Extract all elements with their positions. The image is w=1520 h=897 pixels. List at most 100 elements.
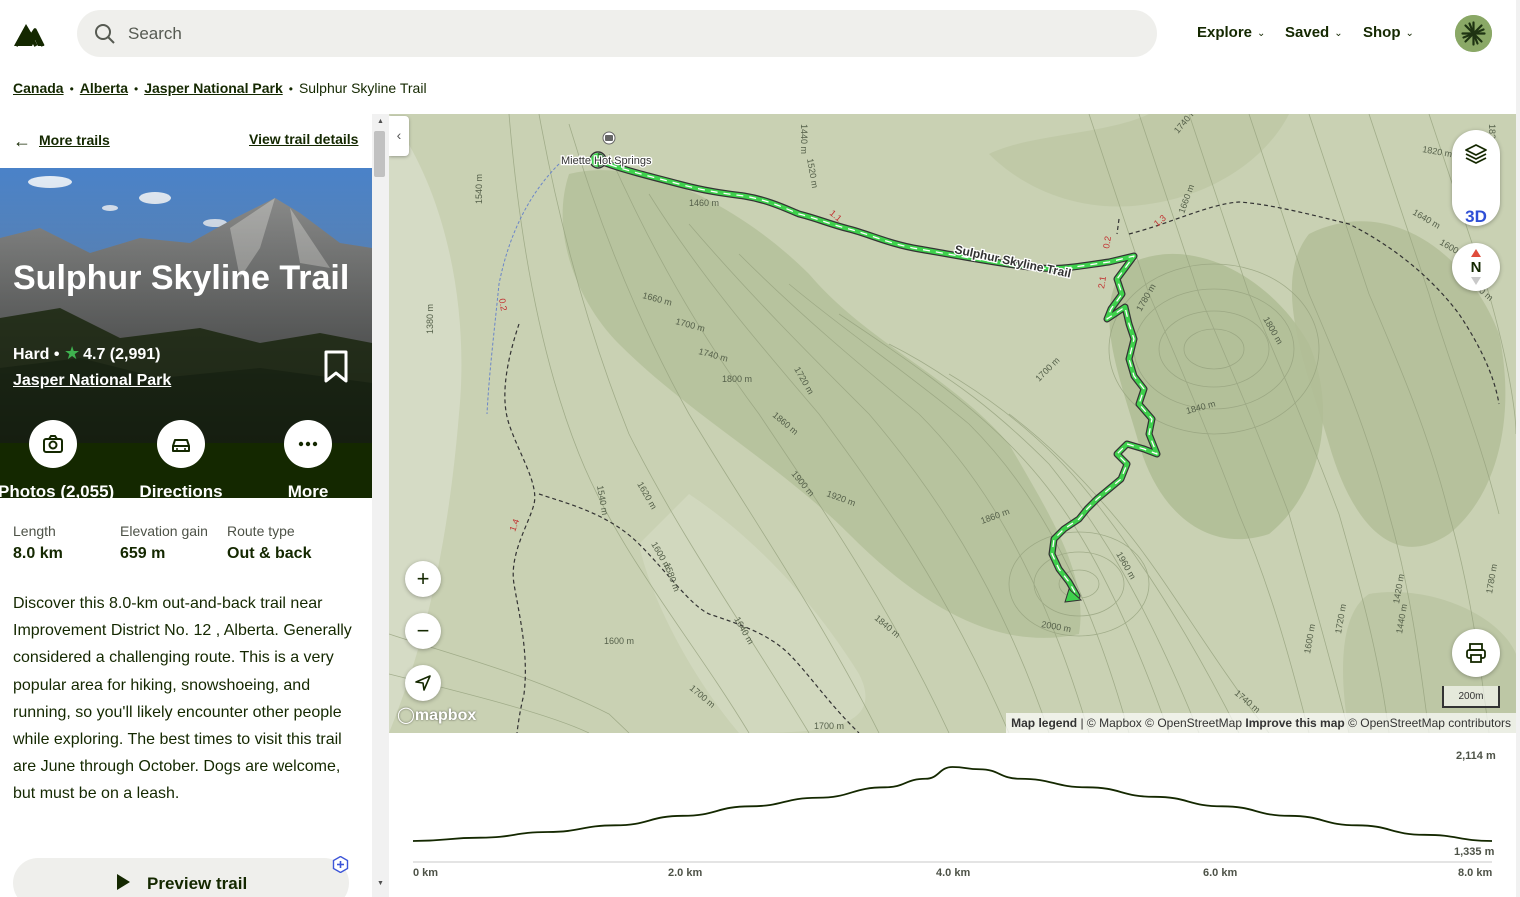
compass-button[interactable]: N	[1452, 243, 1500, 291]
x-tick-label: 8.0 km	[1458, 867, 1493, 879]
trail-meta: Hard • ★ 4.7 (2,991)	[13, 343, 161, 364]
elevation-line	[412, 766, 1493, 842]
zoom-out-button[interactable]: −	[405, 613, 441, 649]
layers-icon[interactable]	[1464, 142, 1488, 166]
more-label: More	[287, 482, 329, 498]
review-count[interactable]: (2,991)	[110, 346, 161, 363]
chevron-down-icon: ⌄	[1405, 28, 1414, 39]
bookmark-icon[interactable]	[322, 350, 350, 384]
compass-label: N	[1471, 259, 1482, 276]
contour-label: 1540 m	[474, 174, 484, 204]
breadcrumb-current: Sulphur Skyline Trail	[298, 80, 427, 96]
x-tick-label: 0 km	[413, 867, 439, 879]
search-icon	[95, 24, 115, 44]
contour-label: 1380 m	[425, 304, 435, 334]
poi-label: Miette Hot Springs	[561, 155, 652, 167]
search-input[interactable]: Search	[128, 24, 182, 44]
mapbox-logo[interactable]: ◯mapbox	[397, 705, 476, 725]
directions-label: Directions	[139, 482, 223, 498]
breadcrumb-separator: •	[134, 82, 139, 96]
rating-value: 4.7	[83, 346, 106, 363]
locate-me-button[interactable]	[405, 665, 441, 701]
car-icon	[172, 439, 190, 452]
preview-trail-button[interactable]: Preview trail	[13, 858, 349, 897]
attribution-osm[interactable]: © OpenStreetMap contributors	[1348, 716, 1511, 730]
elevation-profile[interactable]: 2,114 m 1,335 m 0 km 2.0 km 4.0 km 6.0 k…	[389, 733, 1516, 897]
breadcrumb: Canada • Alberta • Jasper National Park • Sulp…	[13, 80, 427, 96]
elevation-min-label: 1,335 m	[1454, 846, 1495, 858]
scrollbar-thumb[interactable]	[374, 131, 385, 177]
breadcrumb-alberta[interactable]: Alberta	[80, 80, 128, 96]
breadcrumb-park[interactable]: Jasper National Park	[144, 80, 283, 96]
alltrails-logo-icon[interactable]	[12, 20, 46, 48]
trail-hero: Sulphur Skyline Trail Hard • ★ 4.7 (2,991…	[0, 168, 372, 498]
elevation-max-label: 2,114 m	[1456, 750, 1496, 762]
breadcrumb-separator: •	[288, 82, 293, 96]
trail-description: Discover this 8.0-km out-and-back trail …	[13, 595, 352, 803]
3d-toggle-button[interactable]: 3D	[1452, 207, 1500, 227]
map-attribution: Map legend | © Mapbox © OpenStreetMap Im…	[1006, 713, 1516, 733]
map-legend-link[interactable]: Map legend	[1011, 716, 1077, 730]
x-tick-label: 6.0 km	[1203, 867, 1238, 879]
x-tick-label: 4.0 km	[936, 867, 971, 879]
nav-saved[interactable]: Saved ⌄	[1285, 24, 1343, 41]
contour-label: 1700 m	[814, 721, 844, 731]
improve-map-link[interactable]: Improve this map	[1245, 716, 1344, 730]
avatar[interactable]	[1455, 15, 1492, 52]
stat-elevation-gain: Elevation gain 659 m	[120, 523, 208, 562]
avatar-image	[1455, 15, 1492, 52]
scroll-up-arrow[interactable]: ▲	[377, 118, 384, 125]
play-icon	[117, 874, 130, 890]
contour-label: 1460 m	[689, 198, 719, 208]
photos-label: Photos (2,055)	[0, 482, 115, 498]
chevron-down-icon: ⌄	[1257, 28, 1266, 39]
star-icon: ★	[63, 343, 81, 363]
contour-label: 1440 m	[799, 124, 809, 154]
scroll-down-arrow[interactable]: ▼	[377, 880, 384, 887]
navigation-arrow-icon	[415, 675, 431, 691]
stat-length: Length 8.0 km	[13, 523, 63, 562]
compass-icon: N	[1471, 249, 1482, 285]
trail-panel: ← More trails View trail details Sulphur …	[0, 114, 372, 897]
map-layers-group: 3D	[1452, 130, 1500, 226]
window-edge	[1516, 0, 1520, 897]
contour-label: 1600 m	[604, 636, 634, 646]
stat-route-type: Route type Out & back	[227, 523, 312, 562]
minus-icon: −	[416, 618, 430, 643]
segment-distance-label: 0.2	[497, 298, 509, 312]
attribution-mapbox[interactable]: | © Mapbox © OpenStreetMap	[1080, 716, 1242, 730]
contour-label: 1800 m	[722, 374, 752, 384]
plus-badge-icon	[332, 856, 349, 873]
collapse-panel-button[interactable]: ‹	[389, 116, 409, 156]
photos-button[interactable]: Photos (2,055)	[0, 420, 115, 498]
arrow-left-icon: ←	[13, 131, 31, 151]
nav-shop[interactable]: Shop ⌄	[1363, 24, 1414, 41]
segment-distance-label: 2.1	[1096, 275, 1108, 289]
breadcrumb-separator: •	[69, 82, 74, 96]
x-tick-label: 2.0 km	[668, 867, 703, 879]
zoom-in-button[interactable]: +	[405, 561, 441, 597]
trail-title: Sulphur Skyline Trail	[13, 259, 350, 297]
more-button[interactable]: More	[253, 420, 363, 498]
park-link[interactable]: Jasper National Park	[13, 372, 171, 390]
ellipsis-icon	[298, 441, 318, 447]
map-scale-bar: 200m	[1442, 686, 1500, 708]
chevron-down-icon: ⌄	[1334, 28, 1343, 39]
view-trail-details-link[interactable]: View trail details	[249, 131, 358, 147]
panel-scrollbar[interactable]: ▲ ▼	[372, 114, 389, 897]
top-header: Search Explore ⌄ Saved ⌄ Shop ⌄	[0, 0, 1520, 66]
meta-separator: •	[53, 346, 64, 363]
map-terrain[interactable]: Miette Hot Springs Sulphur Skyline Trail…	[389, 114, 1516, 733]
directions-button[interactable]: Directions	[126, 420, 236, 498]
nav-explore[interactable]: Explore ⌄	[1197, 24, 1265, 41]
print-map-button[interactable]	[1452, 629, 1500, 677]
difficulty-label: Hard	[13, 346, 50, 363]
mapbox-logo-icon: ◯	[397, 707, 415, 724]
segment-distance-label: 0.2	[1101, 235, 1113, 249]
breadcrumb-canada[interactable]: Canada	[13, 80, 64, 96]
trail-map[interactable]: Miette Hot Springs Sulphur Skyline Trail…	[389, 114, 1516, 733]
more-trails-link[interactable]: ← More trails	[13, 131, 110, 152]
camera-icon	[43, 435, 63, 453]
search-bar[interactable]: Search	[77, 10, 1157, 57]
printer-icon	[1466, 643, 1486, 663]
